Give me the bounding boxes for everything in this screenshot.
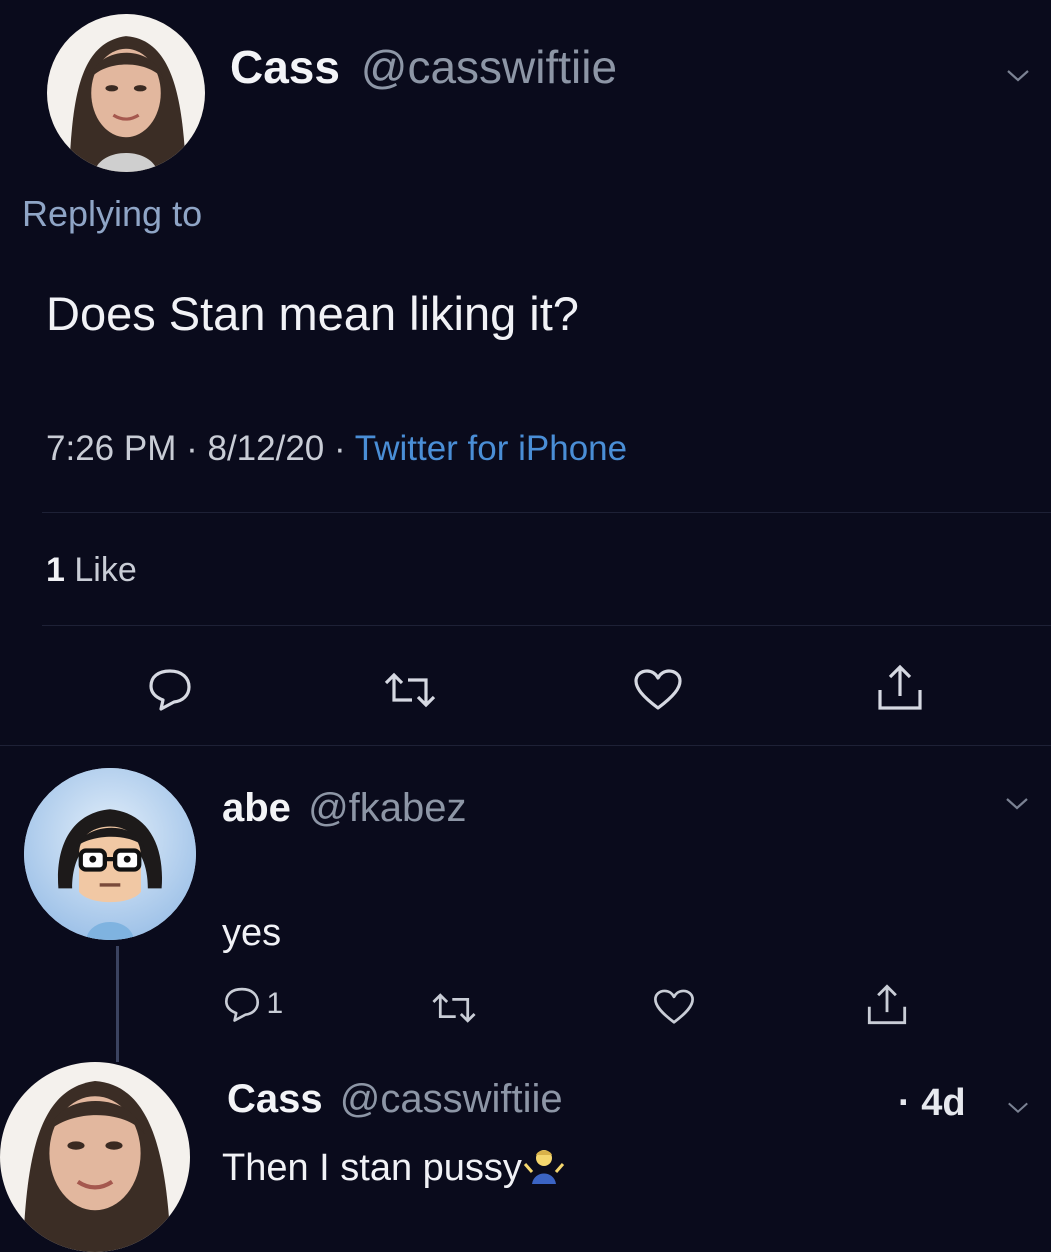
divider [0,745,1051,746]
reply-icon [222,985,262,1023]
tweet-author: Cass @casswiftiie [230,40,617,94]
reply1-author: abe @fkabez [222,786,467,831]
thread-connector-line [116,946,119,1062]
divider [42,512,1051,513]
reply1-display-name[interactable]: abe [222,786,291,830]
reply2-text-row: Then I stan pussy [222,1146,566,1190]
replying-to-label: Replying to [22,193,203,234]
reply2-handle[interactable]: @casswiftiie [340,1077,563,1121]
author-handle[interactable]: @casswiftiie [361,41,617,93]
reply2-timestamp: · 4d [898,1082,966,1124]
tweet-time: 7:26 PM [46,429,177,468]
heart-icon[interactable] [632,668,684,712]
heart-icon[interactable] [652,988,696,1026]
avatar-cass-image [0,1062,190,1252]
like-count-label: Like [74,551,137,589]
avatar-abe[interactable] [24,768,196,940]
tweet-text: Does Stan mean liking it? [46,287,579,340]
meta-separator: · [334,429,346,468]
retweet-icon[interactable] [430,992,478,1024]
like-count-number: 1 [46,551,65,589]
avatar-abe-image [24,768,196,940]
meta-separator: · [186,429,198,468]
avatar-cass[interactable] [0,1062,190,1252]
share-icon[interactable] [874,662,926,714]
chevron-down-icon[interactable] [1004,796,1030,812]
avatar-cass-image [47,14,205,172]
shrug-emoji-icon [522,1146,566,1184]
reply2-author: Cass @casswiftiie [227,1077,563,1122]
tweet-meta: 7:26 PM · 8/12/20 · Twitter for iPhone [46,429,627,469]
tweet-date: 8/12/20 [207,429,325,468]
chevron-down-icon[interactable] [1006,1100,1030,1116]
retweet-icon[interactable] [382,672,438,708]
share-icon[interactable] [864,982,910,1028]
reply1-handle[interactable]: @fkabez [308,786,466,830]
reply2-display-name[interactable]: Cass [227,1077,323,1121]
tweet-source-link[interactable]: Twitter for iPhone [355,429,627,468]
author-display-name[interactable]: Cass [230,41,340,93]
avatar-cass[interactable] [47,14,205,172]
divider [42,625,1051,626]
reply1-reply-button[interactable]: 1 [222,985,283,1023]
reply1-reply-count: 1 [266,987,284,1020]
reply2-text: Then I stan pussy [222,1147,522,1189]
reply1-text: yes [222,912,282,954]
chevron-down-icon[interactable] [1005,68,1031,84]
like-count[interactable]: 1 Like [46,551,137,590]
reply-icon[interactable] [146,666,194,712]
